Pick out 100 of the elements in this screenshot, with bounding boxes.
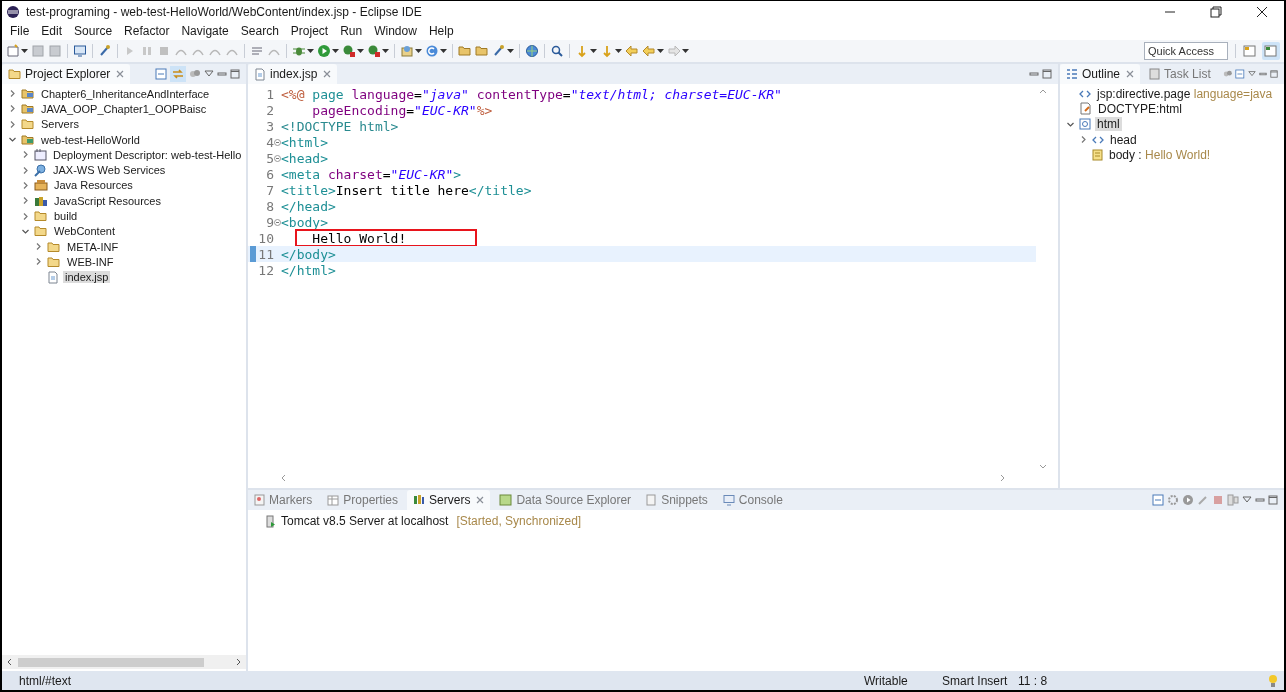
scroll-down-icon[interactable]: [1039, 462, 1047, 470]
dropdown-caret-icon[interactable]: [307, 48, 314, 54]
chevron-right-icon[interactable]: [21, 150, 30, 160]
perspective-icon[interactable]: [1262, 42, 1280, 60]
panel-tab[interactable]: Properties: [321, 490, 405, 510]
tree-item[interactable]: META-INF: [65, 240, 121, 253]
folder-icon[interactable]: [458, 44, 472, 58]
tree-item[interactable]: web-test-HelloWorld: [39, 133, 142, 146]
dropdown-caret-icon[interactable]: [615, 48, 622, 54]
class-icon[interactable]: [425, 44, 439, 58]
panel-tab[interactable]: Servers: [407, 490, 491, 510]
chevron-right-icon[interactable]: [21, 196, 30, 206]
close-tab-icon[interactable]: [323, 70, 332, 78]
dropdown-caret-icon[interactable]: [657, 48, 664, 54]
chevron-right-icon[interactable]: [8, 119, 17, 129]
dropdown-caret-icon[interactable]: [332, 48, 339, 54]
view-menu-icon[interactable]: [1247, 70, 1256, 78]
scroll-left-icon[interactable]: [280, 474, 288, 482]
scroll-left-icon[interactable]: [6, 658, 14, 666]
maximize-icon[interactable]: [1268, 495, 1278, 505]
panel-tab[interactable]: Task List: [1143, 64, 1217, 84]
server-name[interactable]: Tomcat v8.5 Server at localhost: [281, 514, 449, 528]
run-icon[interactable]: [317, 44, 331, 58]
tree-item[interactable]: JAVA_OOP_Chapter1_OOPBaisc: [39, 102, 209, 115]
minimize-icon[interactable]: [217, 70, 227, 78]
close-tab-icon[interactable]: [1126, 70, 1135, 78]
menu-item[interactable]: Run: [334, 24, 369, 38]
save-all-icon[interactable]: [48, 44, 62, 58]
menu-item[interactable]: Help: [422, 24, 460, 38]
dropdown-caret-icon[interactable]: [440, 48, 447, 54]
stop-run-icon[interactable]: [367, 44, 381, 58]
tree-item[interactable]: DOCTYPE:html: [1096, 101, 1184, 116]
tree-item[interactable]: html: [1095, 117, 1122, 132]
menu-item[interactable]: Edit: [35, 24, 69, 38]
tree-item[interactable]: Deployment Descriptor: web-test-Hello: [51, 148, 244, 161]
tree-item[interactable]: WebContent: [52, 225, 117, 238]
quick-access-field[interactable]: Quick Access: [1144, 42, 1228, 60]
menu-item[interactable]: Refactor: [118, 24, 176, 38]
collapse-all-icon[interactable]: [1235, 68, 1245, 80]
link-editor-icon[interactable]: [170, 66, 186, 82]
profile-icon[interactable]: [1197, 494, 1209, 506]
chevron-right-icon[interactable]: [8, 89, 17, 99]
stop-icon[interactable]: [1212, 494, 1224, 506]
maximize-icon[interactable]: [1270, 69, 1278, 79]
terminal-icon[interactable]: [73, 44, 87, 58]
panel-tab[interactable]: Markers: [248, 490, 319, 510]
chevron-right-icon[interactable]: [1079, 135, 1088, 145]
perspective-icon[interactable]: [1241, 42, 1259, 60]
scroll-thumb[interactable]: [18, 657, 204, 667]
panel-tab[interactable]: Data Source Explorer: [493, 490, 638, 510]
dropdown-caret-icon[interactable]: [21, 48, 28, 54]
menu-item[interactable]: Window: [368, 24, 423, 38]
panel-tab[interactable]: Outline: [1060, 64, 1141, 84]
tree-item[interactable]: JavaScript Resources: [52, 194, 163, 207]
scroll-right-icon[interactable]: [998, 474, 1006, 482]
panel-tab[interactable]: Project Explorer: [2, 64, 131, 84]
minimize-icon[interactable]: [1029, 70, 1039, 78]
dropdown-caret-icon[interactable]: [382, 48, 389, 54]
scroll-right-icon[interactable]: [234, 658, 242, 666]
dropdown-caret-icon[interactable]: [357, 48, 364, 54]
menu-item[interactable]: Project: [284, 24, 335, 38]
tree-item[interactable]: index.jsp: [63, 271, 111, 284]
collapse-all-icon[interactable]: [1152, 494, 1164, 506]
fold-icon[interactable]: [274, 218, 281, 226]
maximize-icon[interactable]: [230, 69, 240, 79]
scroll-up-icon[interactable]: [1039, 88, 1047, 96]
tree-item[interactable]: head: [1108, 132, 1139, 147]
run-icon[interactable]: [1182, 494, 1194, 506]
coverage-icon[interactable]: [342, 44, 356, 58]
horizontal-scrollbar[interactable]: [2, 655, 246, 669]
lightbulb-icon[interactable]: [1268, 673, 1278, 688]
menu-item[interactable]: File: [4, 24, 36, 38]
dropdown-caret-icon[interactable]: [507, 48, 514, 54]
restore-icon[interactable]: [1210, 5, 1222, 18]
panel-tab[interactable]: Console: [716, 490, 789, 510]
brush-icon[interactable]: [492, 44, 506, 58]
maximize-icon[interactable]: [1042, 69, 1052, 79]
chevron-down-icon[interactable]: [8, 135, 17, 145]
chevron-right-icon[interactable]: [21, 165, 30, 175]
fold-icon[interactable]: [274, 154, 281, 162]
close-tab-icon[interactable]: [116, 70, 125, 78]
editor-tab[interactable]: index.jsp: [248, 64, 338, 84]
tree-item[interactable]: JAX-WS Web Services: [51, 164, 168, 177]
view-menu-icon[interactable]: [204, 70, 214, 78]
view-menu-icon[interactable]: [1242, 496, 1252, 504]
dropdown-caret-icon[interactable]: [682, 48, 689, 54]
minimize-icon[interactable]: [1255, 496, 1265, 504]
fold-icon[interactable]: [274, 138, 281, 146]
tree-item[interactable]: Servers: [39, 118, 81, 131]
list-icon[interactable]: [250, 44, 264, 58]
chevron-right-icon[interactable]: [34, 257, 43, 267]
dropdown-caret-icon[interactable]: [590, 48, 597, 54]
search-icon[interactable]: [550, 44, 564, 58]
chevron-right-icon[interactable]: [8, 104, 17, 114]
globe-icon[interactable]: [525, 44, 539, 58]
publish-icon[interactable]: [1227, 494, 1239, 506]
close-icon[interactable]: [1256, 5, 1268, 18]
gear-icon[interactable]: [1167, 494, 1179, 506]
chevron-right-icon[interactable]: [34, 242, 43, 252]
menu-item[interactable]: Navigate: [175, 24, 235, 38]
